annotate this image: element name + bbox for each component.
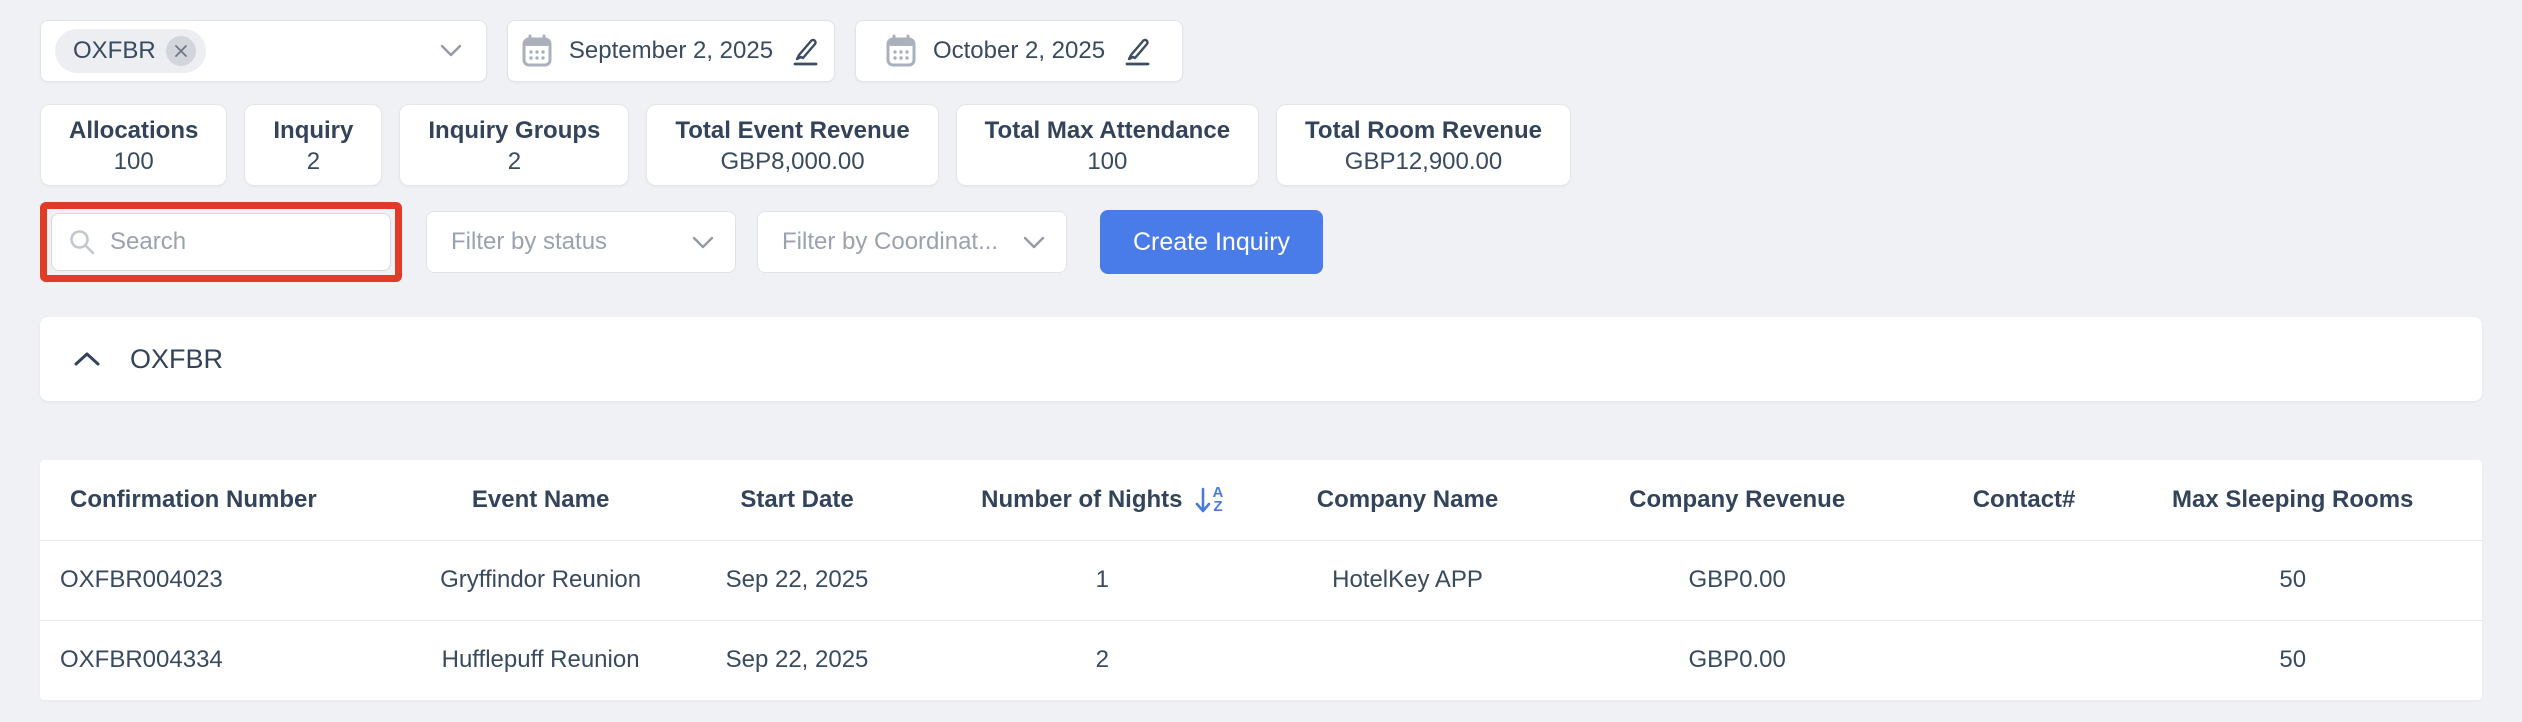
cell-contact <box>1945 540 2104 620</box>
end-date-picker[interactable]: October 2, 2025 <box>855 20 1183 82</box>
search-highlight-annotation <box>40 202 402 282</box>
cell-max-sleeping-rooms: 50 <box>2103 540 2482 620</box>
stat-label: Total Room Revenue <box>1305 115 1542 147</box>
search-icon <box>68 228 96 256</box>
cell-company-name <box>1285 620 1529 700</box>
cell-confirmation-number[interactable]: OXFBR004334 <box>40 620 406 700</box>
inquiries-table: Confirmation Number Event Name Start Dat… <box>40 460 2482 700</box>
property-multiselect[interactable]: OXFBR <box>40 20 487 82</box>
calendar-icon <box>885 34 917 68</box>
col-header-start-date: Start Date <box>675 460 919 540</box>
col-header-contact: Contact# <box>1945 460 2104 540</box>
stat-card-inquiry-groups: Inquiry Groups 2 <box>399 104 629 186</box>
cell-max-sleeping-rooms: 50 <box>2103 620 2482 700</box>
chevron-down-icon <box>1022 235 1046 250</box>
stat-value: 100 <box>114 147 154 177</box>
cell-company-revenue: GBP0.00 <box>1530 620 1945 700</box>
property-group-title: OXFBR <box>130 344 223 375</box>
cell-company-name: HotelKey APP <box>1285 540 1529 620</box>
stat-card-inquiry: Inquiry 2 <box>244 104 382 186</box>
chevron-down-icon <box>438 43 464 59</box>
calendar-icon <box>521 34 553 68</box>
chevron-up-icon[interactable] <box>72 350 102 368</box>
col-header-confirmation-number: Confirmation Number <box>40 460 406 540</box>
cell-start-date: Sep 22, 2025 <box>675 620 919 700</box>
search-field[interactable] <box>51 213 391 271</box>
col-header-max-sleeping-rooms: Max Sleeping Rooms <box>2103 460 2482 540</box>
stat-card-total-event-revenue: Total Event Revenue GBP8,000.00 <box>646 104 938 186</box>
stat-card-total-room-revenue: Total Room Revenue GBP12,900.00 <box>1276 104 1571 186</box>
start-date-value: September 2, 2025 <box>569 37 773 65</box>
end-date-value: October 2, 2025 <box>933 37 1105 65</box>
sort-alpha-descending-icon[interactable]: AZ <box>1194 485 1223 515</box>
stat-label: Total Max Attendance <box>985 115 1230 147</box>
col-header-label: Number of Nights <box>981 486 1182 514</box>
coordinator-filter-select[interactable]: Filter by Coordinat... <box>757 211 1067 273</box>
property-tag-label: OXFBR <box>73 37 156 65</box>
cell-event-name: Gryffindor Reunion <box>406 540 675 620</box>
cell-contact <box>1945 620 2104 700</box>
cell-confirmation-number[interactable]: OXFBR004023 <box>40 540 406 620</box>
inquiry-dashboard: OXFBR <box>0 0 2522 700</box>
top-controls-row: OXFBR <box>40 20 2482 82</box>
cell-company-revenue: GBP0.00 <box>1530 540 1945 620</box>
chevron-down-icon <box>691 235 715 250</box>
col-header-company-name: Company Name <box>1285 460 1529 540</box>
stat-label: Allocations <box>69 115 198 147</box>
close-icon[interactable] <box>166 36 196 66</box>
stats-row: Allocations 100 Inquiry 2 Inquiry Groups… <box>40 104 2482 186</box>
property-group-header[interactable]: OXFBR <box>40 317 2482 401</box>
stat-value: 2 <box>307 147 320 177</box>
stat-label: Inquiry <box>273 115 353 147</box>
coordinator-filter-placeholder: Filter by Coordinat... <box>782 228 1022 256</box>
inquiries-table-card: Confirmation Number Event Name Start Dat… <box>40 460 2482 700</box>
status-filter-select[interactable]: Filter by status <box>426 211 736 273</box>
stat-card-total-max-attendance: Total Max Attendance 100 <box>956 104 1259 186</box>
pencil-icon[interactable] <box>1121 35 1153 67</box>
stat-value: 2 <box>508 147 521 177</box>
cell-start-date: Sep 22, 2025 <box>675 540 919 620</box>
cell-number-of-nights: 1 <box>919 540 1285 620</box>
stat-value: 100 <box>1087 147 1127 177</box>
table-row[interactable]: OXFBR004334 Hufflepuff Reunion Sep 22, 2… <box>40 620 2482 700</box>
start-date-picker[interactable]: September 2, 2025 <box>507 20 835 82</box>
stat-value: GBP12,900.00 <box>1345 147 1502 177</box>
table-header-row: Confirmation Number Event Name Start Dat… <box>40 460 2482 540</box>
search-input[interactable] <box>110 228 420 256</box>
stat-label: Total Event Revenue <box>675 115 909 147</box>
property-tag: OXFBR <box>55 29 206 73</box>
table-row[interactable]: OXFBR004023 Gryffindor Reunion Sep 22, 2… <box>40 540 2482 620</box>
status-filter-placeholder: Filter by status <box>451 228 691 256</box>
stat-label: Inquiry Groups <box>428 115 600 147</box>
stat-card-allocations: Allocations 100 <box>40 104 227 186</box>
cell-event-name: Hufflepuff Reunion <box>406 620 675 700</box>
col-header-number-of-nights: Number of Nights AZ <box>919 460 1285 540</box>
col-header-event-name: Event Name <box>406 460 675 540</box>
create-inquiry-button[interactable]: Create Inquiry <box>1100 210 1323 274</box>
col-header-company-revenue: Company Revenue <box>1530 460 1945 540</box>
toolbar-row: Filter by status Filter by Coordinat... … <box>40 202 2482 282</box>
cell-number-of-nights: 2 <box>919 620 1285 700</box>
pencil-icon[interactable] <box>789 35 821 67</box>
stat-value: GBP8,000.00 <box>720 147 864 177</box>
